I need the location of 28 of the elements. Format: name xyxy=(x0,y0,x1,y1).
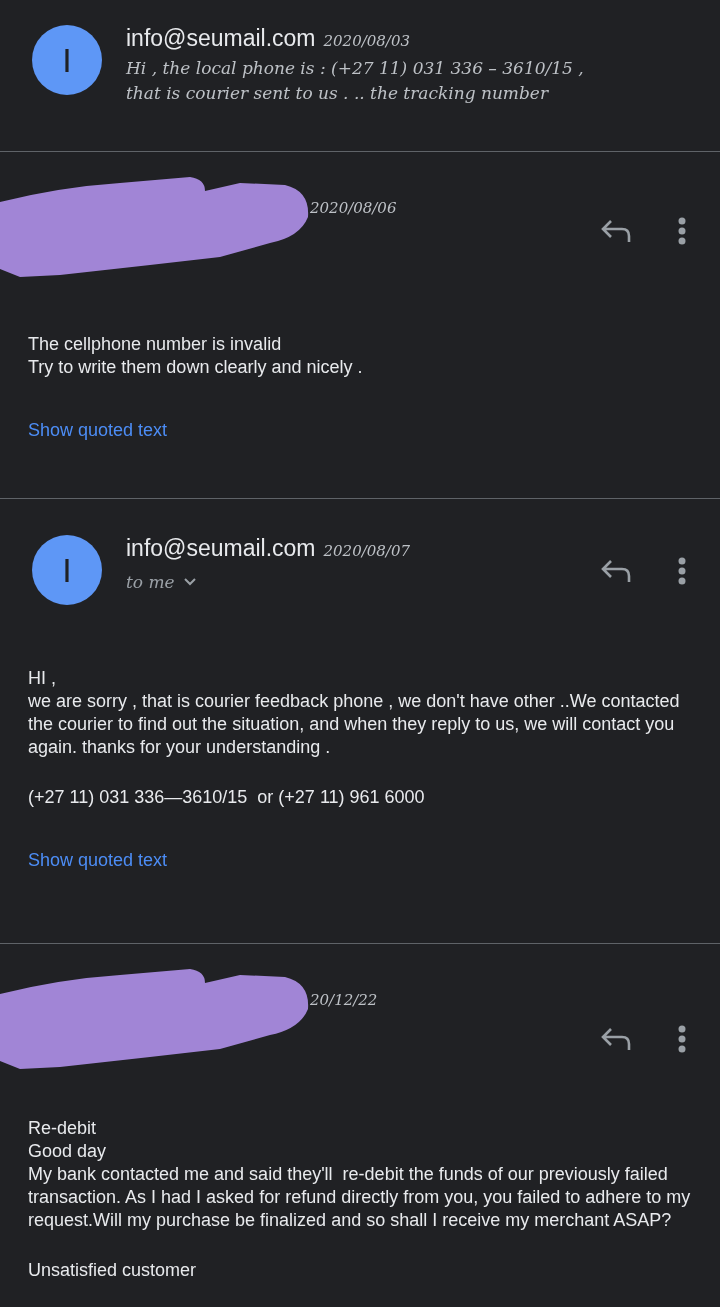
message-date: 20/12/22 xyxy=(310,991,378,1009)
body-text: Unsatisfied customer xyxy=(28,1259,198,1282)
body-text: My bank contacted me and said they'll re-debit the funds of our previously failed transaction. As I had I asked for refund directly from you, you failed to adhere to my request.Will my purchase be finalized and so shall I receive my merchant ASAP? xyxy=(28,1163,692,1232)
sender-name: info@seumail.com xyxy=(126,25,316,52)
chevron-down-icon[interactable] xyxy=(182,577,197,587)
body-text: (+27 11) 031 336—3610/15 or (+27 11) 961 6000 xyxy=(28,786,426,809)
avatar: I xyxy=(32,535,102,605)
more-options-icon[interactable] xyxy=(678,217,686,245)
message-date: 2020/08/06 xyxy=(310,199,397,217)
reply-icon[interactable] xyxy=(600,1026,632,1052)
more-options-icon[interactable] xyxy=(678,1025,686,1053)
recipient-label: to me xyxy=(126,572,175,592)
body-text: we are sorry , that is courier feedback phone , we don't have other ..We contacted the courier to find out the situation, and when they reply to us, we will contact you again. thanks for your understanding . xyxy=(28,690,681,759)
body-text: Try to write them down clearly and nicely . xyxy=(28,356,364,379)
body-text: Re-debit xyxy=(28,1117,98,1140)
body-text: Good day xyxy=(28,1140,108,1163)
sender-name: info@seumail.com xyxy=(126,535,316,562)
message-date: 2020/08/07 xyxy=(323,542,410,560)
body-text: HI , xyxy=(28,667,57,690)
reply-icon[interactable] xyxy=(600,558,632,584)
body-text: The cellphone number is invalid xyxy=(28,333,283,356)
avatar: I xyxy=(32,25,102,95)
show-quoted-text-link[interactable]: Show quoted text xyxy=(28,420,168,441)
message-date: 2020/08/03 xyxy=(323,32,410,50)
more-options-icon[interactable] xyxy=(678,557,686,585)
show-quoted-text-link[interactable]: Show quoted text xyxy=(28,850,168,871)
message-snippet: Hi , the local phone is : (+27 11) 031 336 – 3610/15 , that is courier sent to us . .. the tracking number xyxy=(126,57,585,105)
reply-icon[interactable] xyxy=(600,218,632,244)
